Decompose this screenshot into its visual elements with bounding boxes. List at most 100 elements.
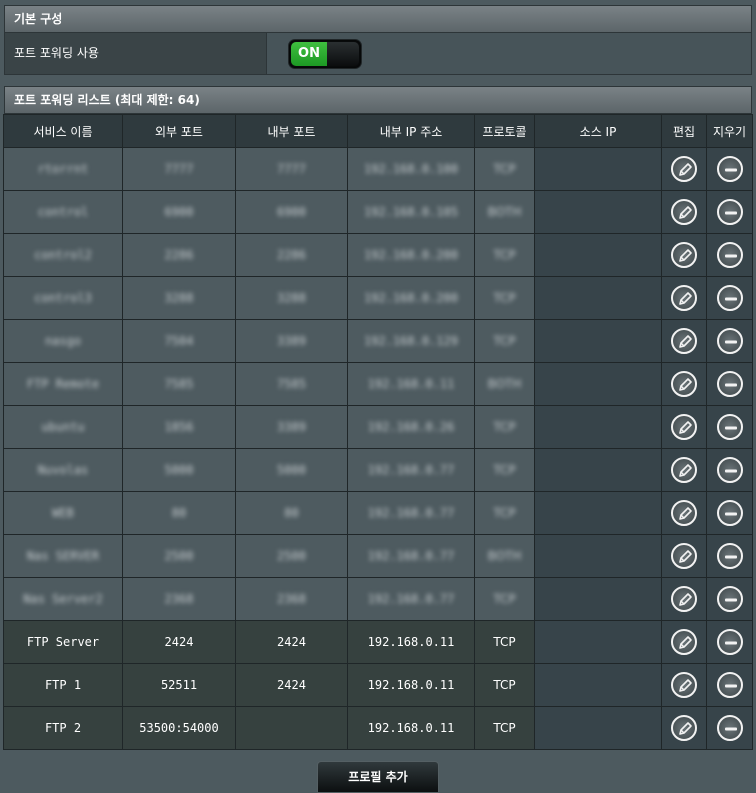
protocol-cell: BOTH xyxy=(474,362,535,406)
protocol-cell: TCP xyxy=(474,276,535,320)
protocol-cell: TCP xyxy=(474,448,535,492)
internal-ip-cell: 192.168.0.105 xyxy=(347,190,475,234)
edit-cell xyxy=(661,190,707,234)
source-ip-cell xyxy=(534,362,662,406)
internal-ip-cell: 192.168.0.77 xyxy=(347,577,475,621)
minus-circle-icon[interactable] xyxy=(716,414,743,440)
table-row: Nas Server2 2368 2368 192.168.0.77 TCP xyxy=(3,577,753,621)
pencil-icon[interactable] xyxy=(671,543,697,569)
minus-circle-icon[interactable] xyxy=(716,672,743,698)
internal-port-cell: 2424 xyxy=(235,663,348,707)
col-protocol: 프로토콜 xyxy=(474,114,535,148)
service-name-cell: Nuvolas xyxy=(3,448,123,492)
port-forwarding-list-title: 포트 포워딩 리스트 (최대 제한: 64) xyxy=(14,93,200,107)
basic-config-title: 기본 구성 xyxy=(14,12,63,26)
pencil-icon[interactable] xyxy=(671,672,697,698)
table-row: control3 3288 3288 192.168.0.200 TCP xyxy=(3,276,753,320)
pencil-icon[interactable] xyxy=(671,500,697,526)
protocol-cell: TCP xyxy=(474,319,535,363)
protocol-cell: TCP xyxy=(474,663,535,707)
minus-circle-icon[interactable] xyxy=(716,242,743,268)
pencil-icon[interactable] xyxy=(671,156,697,182)
protocol-cell: TCP xyxy=(474,491,535,535)
delete-cell xyxy=(706,147,753,191)
delete-cell xyxy=(706,405,753,449)
delete-cell xyxy=(706,663,753,707)
pencil-icon[interactable] xyxy=(671,371,697,397)
pencil-icon[interactable] xyxy=(671,457,697,483)
port-forwarding-table: 서비스 이름 외부 포트 내부 포트 내부 IP 주소 프로토콜 소스 IP 편… xyxy=(3,114,753,750)
minus-circle-icon[interactable] xyxy=(716,543,743,569)
protocol-cell: TCP xyxy=(474,233,535,277)
port-forwarding-toggle[interactable]: ON xyxy=(288,39,362,69)
col-internal-ip: 내부 IP 주소 xyxy=(347,114,475,148)
edit-cell xyxy=(661,534,707,578)
minus-circle-icon[interactable] xyxy=(716,328,743,354)
minus-circle-icon[interactable] xyxy=(716,199,743,225)
delete-cell xyxy=(706,362,753,406)
delete-cell xyxy=(706,491,753,535)
external-port-cell: 2368 xyxy=(122,577,236,621)
col-service-name: 서비스 이름 xyxy=(3,114,123,148)
edit-cell xyxy=(661,620,707,664)
delete-cell xyxy=(706,233,753,277)
pencil-icon[interactable] xyxy=(671,414,697,440)
internal-port-cell: 3389 xyxy=(235,405,348,449)
add-profile-button[interactable]: 프로필 추가 xyxy=(317,761,439,793)
protocol-cell: TCP xyxy=(474,147,535,191)
service-name-cell: Nas SERVER xyxy=(3,534,123,578)
internal-port-cell: 2500 xyxy=(235,534,348,578)
protocol-cell: TCP xyxy=(474,706,535,750)
internal-port-cell: 80 xyxy=(235,491,348,535)
internal-ip-cell: 192.168.0.11 xyxy=(347,663,475,707)
source-ip-cell xyxy=(534,448,662,492)
pencil-icon[interactable] xyxy=(671,715,697,741)
edit-cell xyxy=(661,319,707,363)
internal-port-cell: 2286 xyxy=(235,233,348,277)
pencil-icon[interactable] xyxy=(671,629,697,655)
service-name-cell: control2 xyxy=(3,233,123,277)
internal-ip-cell: 192.168.0.200 xyxy=(347,233,475,277)
external-port-cell: 3288 xyxy=(122,276,236,320)
minus-circle-icon[interactable] xyxy=(716,629,743,655)
edit-cell xyxy=(661,362,707,406)
source-ip-cell xyxy=(534,190,662,234)
pencil-icon[interactable] xyxy=(671,328,697,354)
minus-circle-icon[interactable] xyxy=(716,156,743,182)
minus-circle-icon[interactable] xyxy=(716,285,743,311)
port-forwarding-list-header: 포트 포워딩 리스트 (최대 제한: 64) xyxy=(4,86,752,114)
pencil-icon[interactable] xyxy=(671,199,697,225)
minus-circle-icon[interactable] xyxy=(716,586,743,612)
delete-cell xyxy=(706,448,753,492)
internal-ip-cell: 192.168.0.11 xyxy=(347,706,475,750)
minus-circle-icon[interactable] xyxy=(716,371,743,397)
edit-cell xyxy=(661,577,707,621)
edit-cell xyxy=(661,663,707,707)
pencil-icon[interactable] xyxy=(671,586,697,612)
external-port-cell: 80 xyxy=(122,491,236,535)
protocol-cell: TCP xyxy=(474,620,535,664)
basic-config-header: 기본 구성 xyxy=(4,5,752,33)
service-name-cell: rtorrnt xyxy=(3,147,123,191)
edit-cell xyxy=(661,706,707,750)
service-name-cell: nasgo xyxy=(3,319,123,363)
source-ip-cell xyxy=(534,405,662,449)
pencil-icon[interactable] xyxy=(671,242,697,268)
table-row: control2 2286 2286 192.168.0.200 TCP xyxy=(3,233,753,277)
external-port-cell: 6900 xyxy=(122,190,236,234)
service-name-cell: FTP Remote xyxy=(3,362,123,406)
minus-circle-icon[interactable] xyxy=(716,715,743,741)
table-row: WEB 80 80 192.168.0.77 TCP xyxy=(3,491,753,535)
minus-circle-icon[interactable] xyxy=(716,500,743,526)
internal-ip-cell: 192.168.0.77 xyxy=(347,534,475,578)
minus-circle-icon[interactable] xyxy=(716,457,743,483)
external-port-cell: 2286 xyxy=(122,233,236,277)
delete-cell xyxy=(706,276,753,320)
source-ip-cell xyxy=(534,620,662,664)
delete-cell xyxy=(706,190,753,234)
edit-cell xyxy=(661,448,707,492)
internal-port-cell: 2424 xyxy=(235,620,348,664)
col-internal-port: 내부 포트 xyxy=(235,114,348,148)
col-delete: 지우기 xyxy=(706,114,753,148)
pencil-icon[interactable] xyxy=(671,285,697,311)
